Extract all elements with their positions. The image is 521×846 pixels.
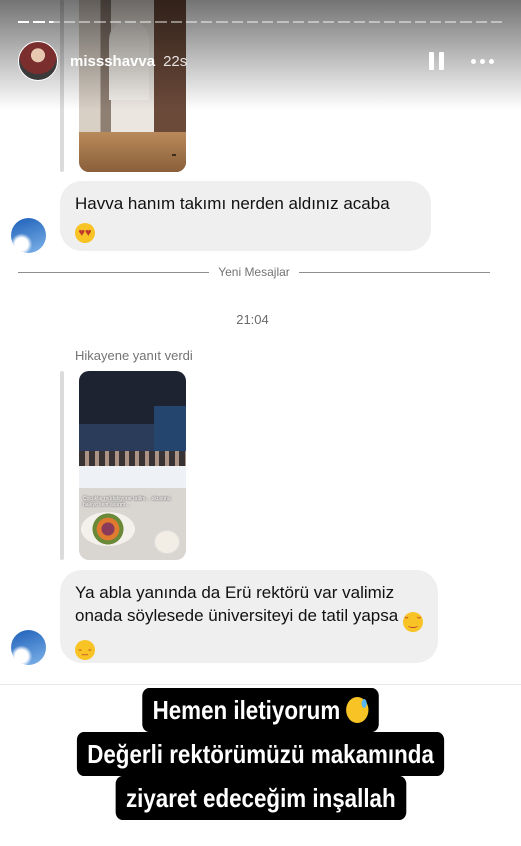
progress-segment xyxy=(94,21,106,23)
progress-segment xyxy=(399,21,411,23)
progress-segment xyxy=(124,21,136,23)
story-header: missshavva 22s xyxy=(18,40,502,82)
progress-segment xyxy=(429,21,441,23)
overlay-line-3: ziyaret edeceğim inşallah xyxy=(115,776,406,820)
progress-segment xyxy=(185,21,197,23)
progress-segment xyxy=(353,21,365,23)
story-reply-thumbnail[interactable]: Çocuklar müdahiyorar tatilm… okusunu hal… xyxy=(79,371,186,560)
progress-segment xyxy=(338,21,350,23)
replied-to-story-label: Hikayene yanıt verdi xyxy=(75,348,193,363)
overlay-line-2: Değerli rektörümüzü makamında xyxy=(76,732,445,776)
thumbnail-tag xyxy=(172,154,176,156)
more-options-icon[interactable] xyxy=(462,49,502,73)
overlay-line-1-text: Hemen iletiyorum xyxy=(152,695,341,725)
story-time-ago: 22s xyxy=(163,52,188,70)
tears-of-joy-emoji-icon: ˘‿˘ xyxy=(402,612,423,632)
thumbnail-cup xyxy=(154,530,180,554)
heart-eyes-emoji-icon: ♥♥ xyxy=(75,223,95,243)
progress-segment xyxy=(109,21,121,23)
progress-segment xyxy=(246,21,258,23)
message-text: Ya abla yanında da Erü rektörü var valim… xyxy=(75,583,399,625)
progress-segment xyxy=(63,21,75,23)
progress-segment xyxy=(307,21,319,23)
grinning-sweat-emoji-icon xyxy=(346,697,369,723)
progress-segment xyxy=(140,21,152,23)
thumbnail-caption: Çocuklar müdahiyorar tatilm… okusunu hal… xyxy=(83,496,171,508)
progress-segment xyxy=(216,21,228,23)
overlay-line-1: Hemen iletiyorum xyxy=(142,688,379,732)
progress-segment xyxy=(155,21,167,23)
progress-segment xyxy=(323,21,335,23)
message-bubble[interactable]: Havva hanım takımı nerden aldınız acaba … xyxy=(60,181,431,251)
new-messages-divider: Yeni Mesajlar xyxy=(18,264,490,279)
progress-segment xyxy=(231,21,243,23)
progress-segment xyxy=(48,21,60,23)
sleepy-face-emoji-icon: -_- xyxy=(75,640,95,660)
thumbnail-table xyxy=(79,466,186,488)
progress-segment xyxy=(201,21,213,23)
thread-bottom-divider xyxy=(0,684,521,685)
username[interactable]: missshavva xyxy=(70,53,155,70)
new-messages-label: Yeni Mesajlar xyxy=(209,264,299,279)
progress-segment xyxy=(368,21,380,23)
thumbnail-floor xyxy=(79,132,186,172)
progress-segment xyxy=(79,21,91,23)
progress-segment xyxy=(490,21,502,23)
progress-segment xyxy=(414,21,426,23)
progress-segment xyxy=(292,21,304,23)
story-progress-bar xyxy=(18,21,502,23)
reply-indicator-bar xyxy=(60,371,64,560)
pause-icon[interactable] xyxy=(424,49,448,73)
progress-segment xyxy=(33,21,45,23)
message-bubble[interactable]: Ya abla yanında da Erü rektörü var valim… xyxy=(60,570,438,663)
progress-segment xyxy=(475,21,487,23)
thumbnail-screen xyxy=(154,406,186,456)
sender-avatar[interactable] xyxy=(11,218,46,253)
message-text: Havva hanım takımı nerden aldınız acaba xyxy=(75,194,390,213)
sender-avatar[interactable] xyxy=(11,630,46,665)
profile-avatar[interactable] xyxy=(18,41,58,81)
progress-segment xyxy=(384,21,396,23)
progress-segment xyxy=(262,21,274,23)
progress-segment xyxy=(277,21,289,23)
progress-segment xyxy=(445,21,457,23)
story-text-overlay: Hemen iletiyorum Değerli rektörümüzü mak… xyxy=(0,688,521,820)
message-timestamp: 21:04 xyxy=(236,312,269,327)
progress-segment xyxy=(460,21,472,23)
progress-segment xyxy=(170,21,182,23)
progress-segment xyxy=(18,21,30,23)
thumbnail-plate xyxy=(81,512,135,546)
